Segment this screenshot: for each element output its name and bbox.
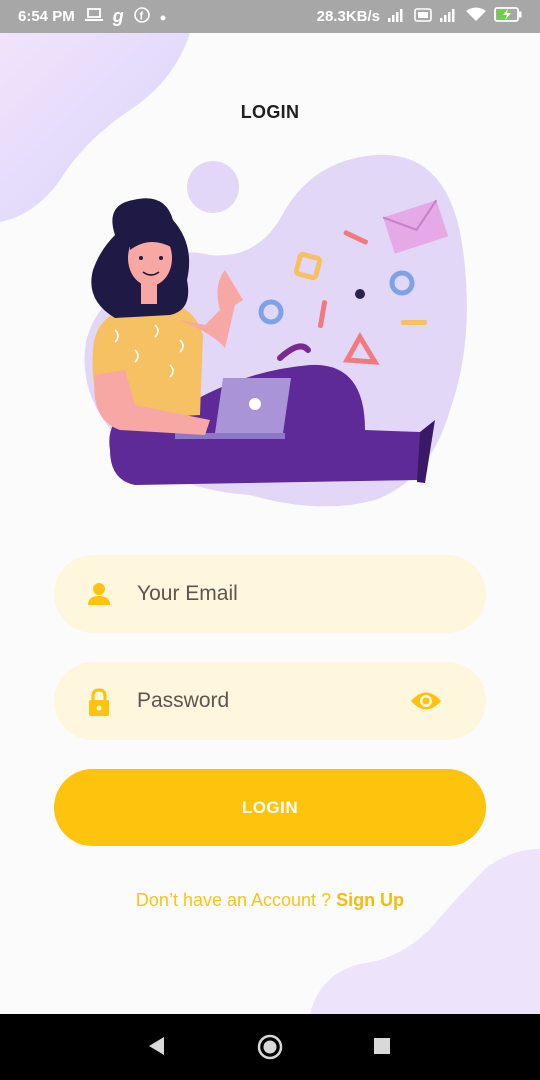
svg-text:f: f	[139, 10, 143, 22]
dot-icon	[160, 8, 166, 25]
login-illustration	[84, 154, 467, 507]
battery-charging-icon	[494, 7, 522, 26]
signup-prompt-row: Don’t have an Account ? Sign Up	[0, 890, 540, 911]
home-icon[interactable]	[257, 1034, 283, 1065]
laptop-icon	[84, 7, 103, 26]
signal-icon	[440, 8, 458, 26]
g-icon: g	[112, 6, 124, 26]
password-placeholder: Password	[137, 689, 230, 712]
signup-link[interactable]: Sign Up	[336, 890, 404, 910]
eye-icon[interactable]	[410, 690, 442, 712]
volte-icon	[414, 7, 432, 26]
recents-icon[interactable]	[373, 1037, 391, 1060]
page-title: LOGIN	[240, 102, 300, 122]
wifi-icon	[466, 7, 486, 26]
network-speed: 28.3KB/s	[316, 8, 380, 25]
back-icon[interactable]	[146, 1035, 166, 1062]
signup-prompt: Don’t have an Account ?	[135, 890, 337, 910]
login-button[interactable]: LOGIN	[54, 769, 486, 846]
person-icon	[86, 581, 112, 607]
signal-icon	[388, 8, 406, 26]
email-placeholder: Your Email	[137, 582, 238, 605]
password-field[interactable]: Password	[54, 662, 486, 740]
navigation-bar	[0, 1014, 540, 1080]
email-field[interactable]: Your Email	[54, 555, 486, 633]
decorative-blob-bottom-right	[310, 849, 540, 1014]
facebook-icon: f	[133, 6, 150, 27]
status-time: 6:54 PM	[18, 8, 75, 25]
lock-icon	[86, 688, 112, 716]
status-bar: 6:54 PM g f 28.3KB/s	[0, 0, 540, 33]
